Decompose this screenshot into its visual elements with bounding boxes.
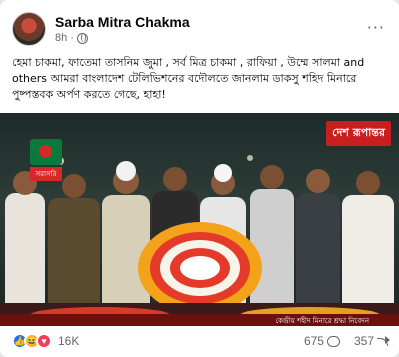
flag-icon — [30, 139, 62, 165]
post-footer: 👍 😆 ♥ 16K 675 357 — [12, 333, 390, 349]
engagement-stats: 675 357 — [304, 334, 390, 348]
post-card: Sarba Mitra Chakma 8h · ··· হেমা চাকমা, … — [0, 0, 399, 357]
reaction-icons[interactable]: 👍 😆 ♥ — [12, 333, 52, 349]
comment-stat[interactable]: 675 — [304, 334, 340, 348]
post-meta: Sarba Mitra Chakma 8h · — [55, 14, 190, 44]
reaction-count[interactable]: 16K — [58, 334, 79, 348]
post-subline: 8h · — [55, 32, 190, 44]
channel-logo-left: সরাসরি — [30, 139, 62, 181]
live-tag: সরাসরি — [30, 167, 62, 181]
share-count: 357 — [353, 334, 374, 348]
post-header: Sarba Mitra Chakma 8h · — [12, 12, 190, 46]
post-time[interactable]: 8h — [55, 32, 67, 44]
news-ticker: কেন্দ্রীয় শহীদ মিনারে শ্রদ্ধা নিবেদন — [0, 314, 399, 326]
comment-icon — [326, 335, 340, 347]
more-options-icon[interactable]: ··· — [367, 18, 385, 37]
comment-count: 675 — [303, 334, 324, 348]
avatar[interactable] — [12, 12, 46, 46]
post-image[interactable]: সরাসরি দেশ রূপান্তর কেন্দ্রীয় শহীদ মিনা… — [0, 113, 399, 326]
globe-icon — [76, 32, 88, 44]
post-caption: হেমা চাকমা, ফাতেমা তাসনিম জুমা , সর্ব মি… — [12, 56, 365, 101]
ticker-text: কেন্দ্রীয় শহীদ মিনারে শ্রদ্ধা নিবেদন — [275, 317, 369, 325]
share-stat[interactable]: 357 — [354, 334, 390, 348]
share-icon — [377, 335, 390, 347]
love-icon: ♥ — [36, 333, 52, 349]
separator-dot: · — [70, 32, 74, 44]
channel-logo-right: দেশ রূপান্তর — [326, 121, 391, 146]
author-name[interactable]: Sarba Mitra Chakma — [55, 14, 190, 30]
